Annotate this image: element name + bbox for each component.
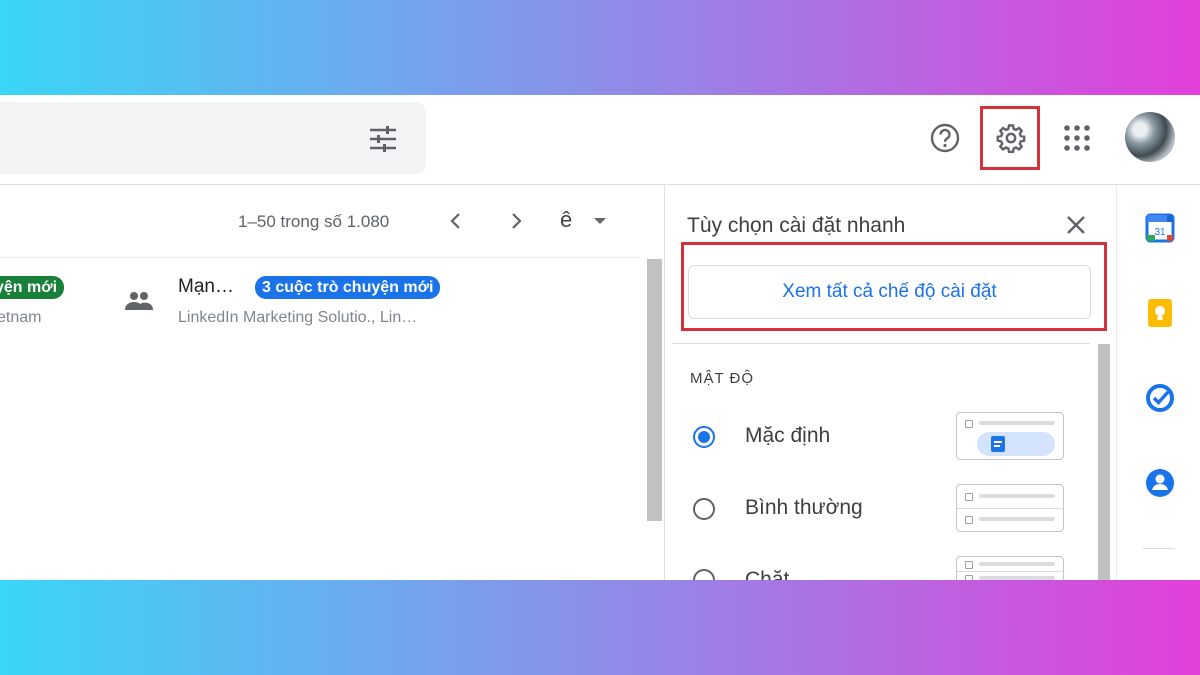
radio-density-comfortable[interactable] [693,498,715,520]
gear-icon [996,124,1026,153]
header-divider [0,184,1200,185]
mail-sender[interactable]: Mạn… [178,276,234,298]
density-preview-compact[interactable] [956,556,1064,580]
side-panel-divider [1116,185,1117,580]
keep-icon[interactable] [1145,298,1175,328]
density-preview-default[interactable] [956,412,1064,460]
settings-button[interactable] [980,106,1040,170]
checkbox-mark [965,420,973,428]
pagination-text: 1–50 trong số 1.080 [238,212,390,231]
preview-line [979,576,1055,580]
mail-snippet[interactable]: etnam [0,309,41,327]
avatar[interactable] [1125,112,1175,162]
caret-down-icon[interactable] [594,218,606,224]
checkbox-mark [965,575,973,580]
input-tools-button[interactable]: ê [560,207,572,233]
radio-label[interactable]: Bình thường [745,496,863,520]
tasks-icon[interactable] [1145,383,1175,413]
close-icon[interactable] [1065,214,1087,236]
side-apps-separator [1143,548,1175,549]
mail-snippet[interactable]: LinkedIn Marketing Solutio., Lin… [178,309,417,327]
main-scrollbar[interactable] [647,259,662,521]
chevron-left-icon[interactable] [446,211,466,231]
quick-settings-title: Tùy chọn cài đặt nhanh [687,214,906,237]
panel-divider [664,185,665,580]
radio-density-compact[interactable] [693,569,715,580]
section-divider [672,343,1090,344]
density-heading: MẬT ĐỘ [690,370,755,387]
checkbox-mark [965,561,973,569]
preview-line [979,421,1055,425]
gmail-screen: 1–50 trong số 1.080 ê yện mới etnam Mạn…… [0,95,1200,580]
checkbox-mark [965,493,973,501]
preview-separator [957,508,1063,509]
new-conversations-badge: 3 cuộc trò chuyện mới [255,276,441,299]
radio-label[interactable]: Mặc định [745,424,830,448]
radio-density-default[interactable] [693,426,715,448]
help-icon[interactable] [929,122,961,154]
preview-line [979,494,1055,498]
see-all-settings-button[interactable]: Xem tất cả chế độ cài đặt [688,265,1091,319]
document-icon [991,436,1005,452]
preview-line [979,517,1055,521]
svg-text:31: 31 [1154,227,1166,238]
density-preview-comfortable[interactable] [956,484,1064,532]
preview-line [979,562,1055,566]
people-icon [124,290,154,312]
preview-separator [957,571,1063,572]
apps-grid-icon[interactable] [1063,124,1091,152]
contacts-icon[interactable] [1145,468,1175,498]
tune-icon[interactable] [368,124,398,154]
toolbar-divider [0,257,640,258]
new-conversations-badge: yện mới [0,276,65,299]
attachment-chip [977,432,1055,456]
calendar-icon[interactable]: 31 [1145,213,1175,243]
panel-scrollbar[interactable] [1098,344,1110,580]
chevron-right-icon[interactable] [506,211,526,231]
search-bar[interactable] [0,102,426,174]
radio-label[interactable]: Chặt [745,568,789,580]
checkbox-mark [965,516,973,524]
